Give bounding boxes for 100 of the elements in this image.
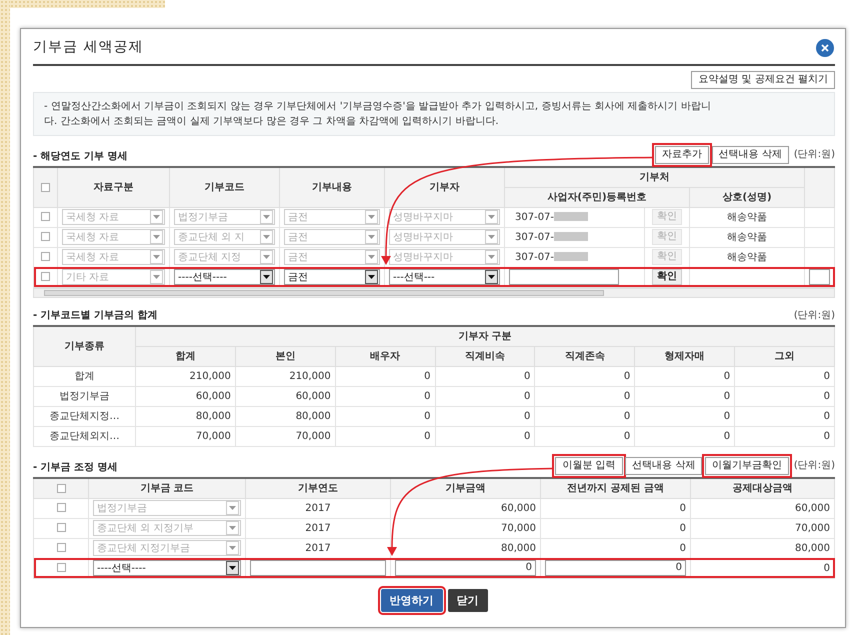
button[interactable]: 선택내용 삭제 [712,146,789,164]
column-header: 직계존속 [534,346,635,366]
confirm-button[interactable]: 확인 [652,269,682,285]
input-field[interactable] [809,269,830,285]
table-cell: 2017 [246,498,390,518]
column-header: 기부자 구분 [136,326,834,346]
caret-icon [365,250,378,264]
table-cell: 60,000 [136,386,236,406]
table-cell: 종교단체외지… [34,426,136,446]
column-header: 기부코드 [170,167,280,207]
close-icon[interactable] [815,38,835,58]
table-cell: 0 [540,498,690,518]
dropdown[interactable]: 금전 [284,269,380,285]
column-header: 기부연도 [246,478,390,498]
table-cell: 70,000 [390,518,540,538]
table-cell: 0 [734,426,834,446]
column-header: 기부내용 [280,167,384,207]
redacted-mark [554,232,588,242]
table-cell: 0 [534,366,635,386]
column-header: 기부자 [384,167,504,207]
caret-icon [485,230,498,244]
button[interactable]: 요약설명 및 공제요건 펼치기 [691,71,835,89]
table-cell: 0 [435,386,535,406]
dropdown[interactable]: ---선택--- [389,269,500,285]
caret-icon [365,270,378,284]
table-cell: 0 [534,426,635,446]
caret-icon [226,561,239,575]
input-field[interactable] [250,560,386,576]
checkbox[interactable] [41,272,50,282]
table-cell: 60,000 [690,498,834,518]
button[interactable]: 닫기 [448,588,488,612]
column-header: 기부종류 [34,326,136,366]
registration-number: 307-07- [515,232,554,242]
section-title: - 기부금 조정 명세 [33,460,118,474]
table-cell: 0 [335,426,436,446]
checkbox[interactable] [56,563,66,572]
section-title: - 해당연도 기부 명세 [33,150,128,164]
registration-number: 307-07- [515,212,554,222]
horizontal-scrollbar[interactable] [33,288,835,298]
table-cell: 해송약품 [690,227,805,247]
unit-label: (단위:원) [794,308,835,322]
caret-icon [150,230,163,244]
input-field[interactable] [509,269,619,285]
table-cell: 0 [540,518,690,538]
caret-icon [260,270,273,284]
table-cell: 210,000 [235,366,336,386]
caret-icon [485,210,498,224]
caret-icon [150,270,163,284]
redacted-mark [554,212,588,222]
table-cell: 0 [734,406,834,426]
table-cell: 종교단체지정… [34,406,136,426]
table-cell: 0 [634,386,735,406]
table-cell: 0 [335,406,436,426]
table-cell: 70,000 [136,426,236,446]
table-cell: 0 [435,406,535,426]
caret-icon [485,250,498,264]
column-header: 기부처 [504,167,805,187]
caret-icon [226,541,239,555]
table-cell: 60,000 [235,386,336,406]
caret-icon [150,210,163,224]
table-cell: 2017 [246,518,390,538]
caret-icon [226,501,239,515]
table-cell: 0 [435,426,535,446]
checkbox[interactable] [41,182,50,192]
dialog-title: 기부금 세액공제 [33,38,144,57]
checkbox[interactable] [56,523,66,532]
column-header: 직계비속 [435,346,535,366]
unit-label: (단위:원) [794,148,835,162]
redacted-mark [554,252,588,262]
caret-icon [485,270,498,284]
checkbox[interactable] [41,252,50,262]
table-cell: 법정기부금 [34,386,136,406]
checkbox[interactable] [41,212,50,222]
section-title: - 기부코드별 기부금의 합계 [33,308,158,322]
column-header: 배우자 [335,346,436,366]
caret-icon [226,521,239,535]
column-header: 자료구분 [58,167,170,207]
column-header: 본인 [235,346,336,366]
caret-icon [365,230,378,244]
table-cell: 0 [534,406,635,426]
checkbox[interactable] [56,503,66,512]
unit-label: (단위:원) [794,459,835,473]
button[interactable]: 선택내용 삭제 [625,456,702,474]
caret-icon [260,230,273,244]
column-header: 기부금 코드 [88,478,246,498]
checkbox[interactable] [56,484,66,493]
input-field[interactable]: 0 [395,560,536,576]
table-cell: 0 [335,366,436,386]
table-cell: 80,000 [235,406,336,426]
column-header: 공제대상금액 [690,478,834,498]
dropdown[interactable]: ----선택---- [93,560,241,576]
dropdown[interactable]: ----선택---- [174,269,275,285]
table-cell: 0 [634,426,735,446]
checkbox[interactable] [56,543,66,552]
column-header: 그외 [734,346,834,366]
table-cell: 0 [435,366,535,386]
table-cell: 60,000 [390,498,540,518]
checkbox[interactable] [41,232,50,242]
input-field[interactable]: 0 [545,560,686,576]
notice-text: - 연말정산간소화에서 기부금이 조회되지 않는 경우 기부단체에서 '기부금영수증'을 발급받아 추가 입력하시고, 증빙서류는 회사에 제출하시기 바랍니 [44,100,712,114]
